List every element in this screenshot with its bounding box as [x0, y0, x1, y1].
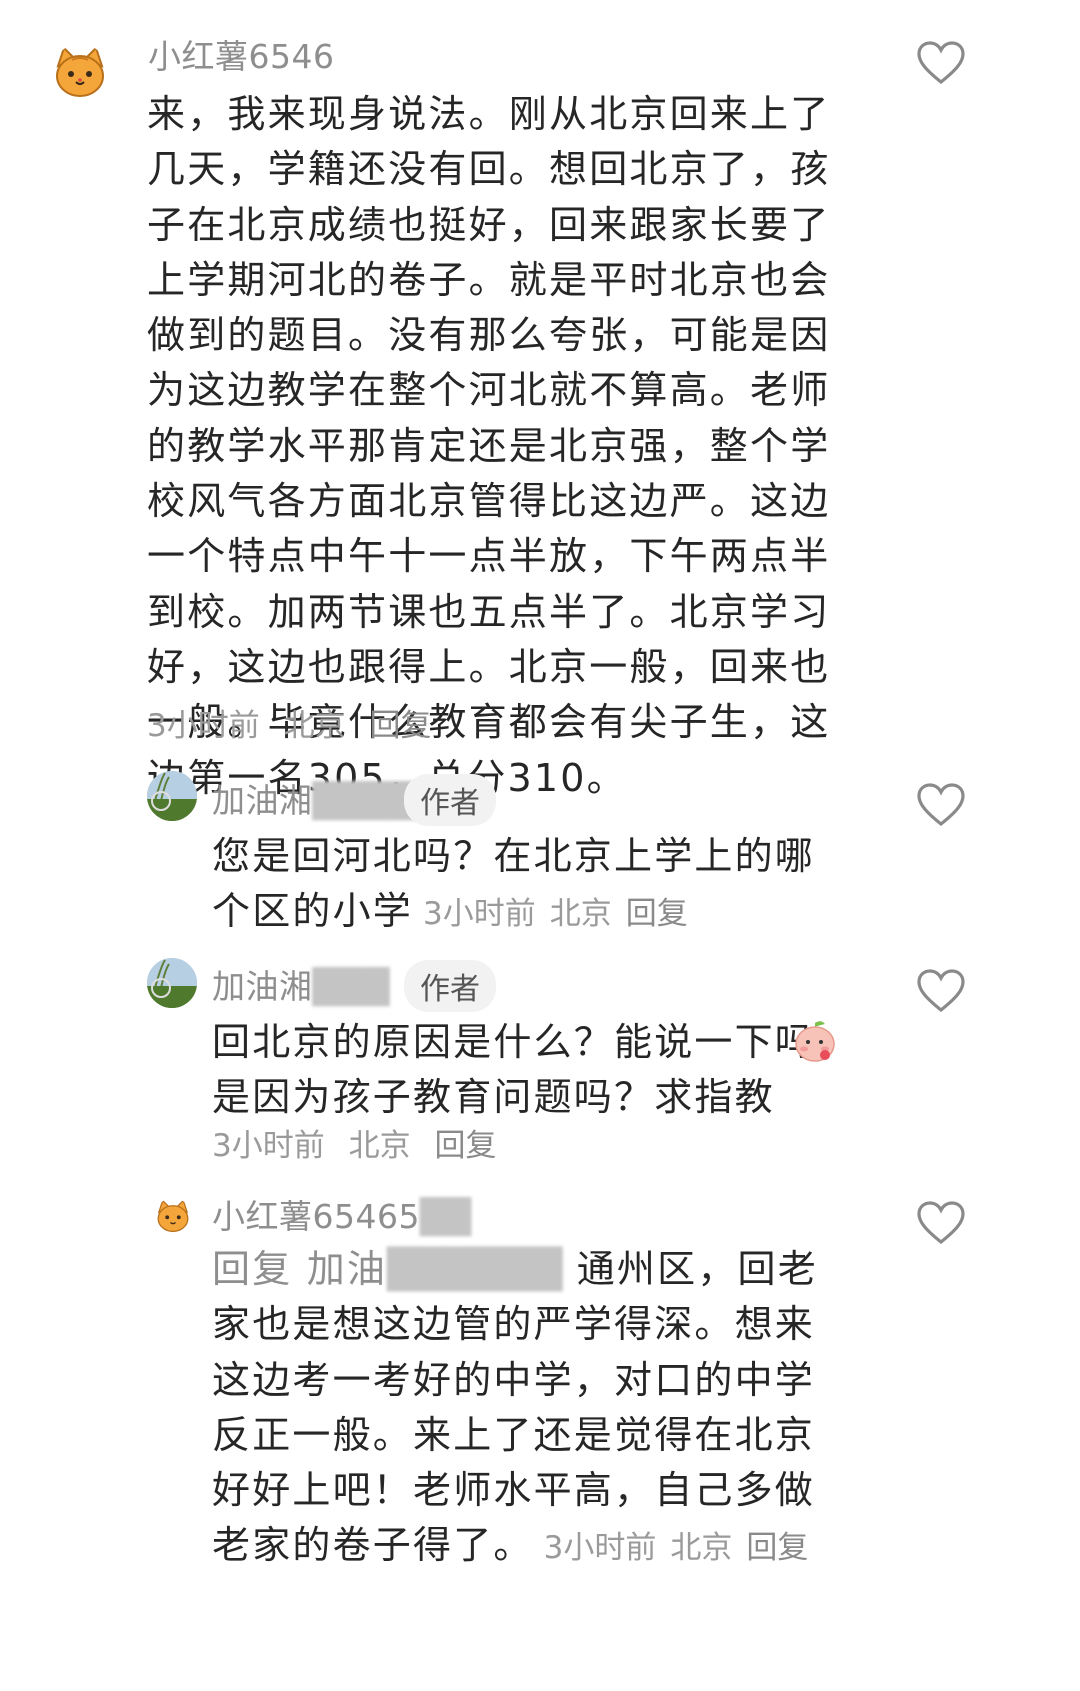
reply-prefix: 回复 [212, 1247, 293, 1291]
avatar-cat-icon[interactable] [155, 1198, 191, 1234]
reply-text-block: 回北京的原因是什么？能说一下吗是因为孩子教育问题吗？求指教 [212, 1015, 852, 1126]
reply-button[interactable]: 回复 [626, 896, 688, 932]
reply-location: 北京 [670, 1530, 733, 1567]
author-tag: 作者 [404, 960, 496, 1012]
reply-username[interactable]: 加油湘████ [212, 774, 416, 822]
peach-face-emoji-icon [792, 1018, 838, 1068]
comment-meta: 3小时前 北京 回复 [147, 700, 445, 745]
reply-username[interactable]: 加油湘███ [212, 960, 390, 1008]
avatar-photo[interactable] [147, 771, 197, 821]
reply-location: 北京 [549, 896, 612, 933]
reply-meta: 3小时前 北京 回复 [423, 896, 702, 932]
reply-meta: 3小时前 北京 回复 [212, 1120, 510, 1165]
avatar-photo[interactable] [147, 958, 197, 1008]
avatar-cat-icon[interactable] [52, 44, 108, 100]
reply-button[interactable]: 回复 [434, 1128, 496, 1164]
reply-time: 3小时前 [543, 1530, 657, 1567]
comment-location: 北京 [283, 708, 346, 744]
comment-time: 3小时前 [147, 708, 260, 744]
reply-text-block: 您是回河北吗？在北京上学上的哪个区的小学 3小时前 北京 回复 [212, 829, 852, 943]
like-heart-icon[interactable] [916, 968, 966, 1018]
author-tag: 作者 [404, 774, 496, 826]
mention-username[interactable]: 加油 [307, 1247, 387, 1291]
reply-location: 北京 [348, 1128, 411, 1164]
reply-time: 3小时前 [423, 896, 536, 933]
reply-text: 通州区，回老家也是想这边管的严学得深。想来这边考一考好的中学，对口的中学反正一般… [212, 1247, 818, 1568]
reply-time: 3小时前 [212, 1128, 325, 1164]
reply-username[interactable]: 小红薯65465██ [212, 1190, 472, 1238]
reply-meta: 3小时前 北京 回复 [544, 1530, 823, 1566]
comment-username[interactable]: 小红薯6546 [148, 30, 334, 78]
comment-text: 来，我来现身说法。刚从北京回来上了几天，学籍还没有回。想回北京了，孩子在北京成绩… [147, 92, 831, 800]
reply-button[interactable]: 回复 [369, 708, 431, 744]
like-heart-icon[interactable] [916, 40, 966, 90]
like-heart-icon[interactable] [916, 1200, 966, 1250]
reply-text: 回北京的原因是什么？能说一下吗是因为孩子教育问题吗？求指教 [212, 1020, 816, 1120]
like-heart-icon[interactable] [916, 782, 966, 832]
reply-text-block: 回复 加油██████ 通州区，回老家也是想这边管的严学得深。想来这边考一考好的… [212, 1242, 852, 1577]
reply-button[interactable]: 回复 [746, 1530, 808, 1566]
